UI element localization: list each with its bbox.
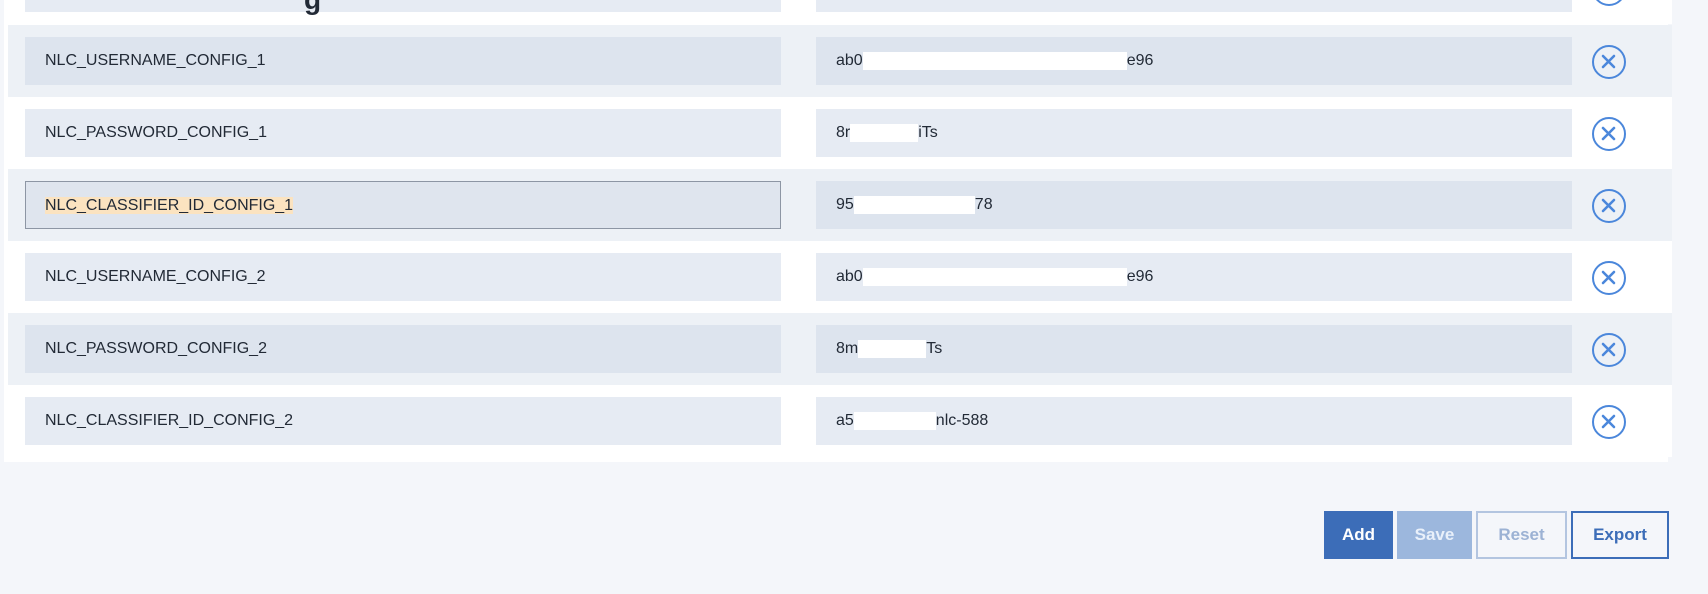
reset-button[interactable]: Reset <box>1476 511 1567 559</box>
variable-name-text: NLC_PASSWORD_CONFIG_1 <box>45 124 267 141</box>
remove-row-button[interactable] <box>1592 189 1626 223</box>
variable-name-text: NLC_USERNAME_CONFIG_1 <box>45 52 266 69</box>
variable-name-field[interactable]: NLC_PASSWORD_CONFIG_2 <box>25 325 781 373</box>
page-title-fragment: g <box>304 0 321 16</box>
table-row-partial <box>8 0 1672 24</box>
remove-row-button[interactable] <box>1592 261 1626 295</box>
value-prefix: 8r <box>836 124 851 141</box>
table-row: NLC_USERNAME_CONFIG_1 ab0 e96 <box>8 25 1672 97</box>
table-row: NLC_CLASSIFIER_ID_CONFIG_1 95 78 <box>8 169 1672 241</box>
value-suffix: nlc-588 <box>935 412 989 429</box>
variable-name-text: NLC_CLASSIFIER_ID_CONFIG_2 <box>45 412 294 429</box>
variable-value-field[interactable] <box>816 0 1572 12</box>
variable-value-field[interactable]: 8r iTs <box>816 109 1572 157</box>
value-suffix: 78 <box>974 196 993 213</box>
close-icon <box>1601 270 1616 285</box>
close-icon <box>1601 198 1616 213</box>
variable-value-field[interactable]: 8m Ts <box>816 325 1572 373</box>
value-suffix: e96 <box>1126 52 1154 69</box>
variable-name-text: NLC_CLASSIFIER_ID_CONFIG_1 <box>45 197 294 214</box>
export-button[interactable]: Export <box>1571 511 1669 559</box>
value-prefix: a5 <box>836 412 854 429</box>
remove-row-button[interactable] <box>1592 333 1626 367</box>
table-row: NLC_PASSWORD_CONFIG_1 8r iTs <box>8 97 1672 169</box>
remove-row-button[interactable] <box>1592 45 1626 79</box>
variable-name-field[interactable]: NLC_CLASSIFIER_ID_CONFIG_2 <box>25 397 781 445</box>
redaction-mask <box>862 51 1127 70</box>
variable-value-field[interactable]: 95 78 <box>816 181 1572 229</box>
close-icon <box>1601 414 1616 429</box>
env-vars-table: g NLC_USERNAME_CONFIG_1 ab0 e96 NLC_PASSW… <box>4 0 1672 462</box>
redaction-mask <box>858 339 927 358</box>
value-suffix: iTs <box>918 124 938 141</box>
variable-value-field[interactable]: ab0 e96 <box>816 253 1572 301</box>
save-button[interactable]: Save <box>1397 511 1472 559</box>
value-prefix: ab0 <box>836 268 863 285</box>
table-row: NLC_PASSWORD_CONFIG_2 8m Ts <box>8 313 1672 385</box>
redaction-mask <box>853 195 975 214</box>
variable-name-field[interactable] <box>25 0 781 12</box>
value-prefix: 8m <box>836 340 859 357</box>
redaction-mask <box>862 267 1127 286</box>
redaction-mask <box>853 411 936 430</box>
variable-name-field[interactable]: NLC_USERNAME_CONFIG_2 <box>25 253 781 301</box>
table-row: NLC_CLASSIFIER_ID_CONFIG_2 a5 nlc-588 <box>8 385 1672 457</box>
value-prefix: 95 <box>836 196 854 213</box>
value-suffix: e96 <box>1126 268 1154 285</box>
value-suffix: Ts <box>926 340 943 357</box>
remove-row-button[interactable] <box>1592 0 1626 6</box>
remove-row-button[interactable] <box>1592 405 1626 439</box>
close-icon <box>1601 342 1616 357</box>
add-button[interactable]: Add <box>1324 511 1393 559</box>
remove-row-button[interactable] <box>1592 117 1626 151</box>
variable-name-field[interactable]: NLC_USERNAME_CONFIG_1 <box>25 37 781 85</box>
variable-value-field[interactable]: a5 nlc-588 <box>816 397 1572 445</box>
table-row: NLC_USERNAME_CONFIG_2 ab0 e96 <box>8 241 1672 313</box>
variable-value-field[interactable]: ab0 e96 <box>816 37 1572 85</box>
redaction-mask <box>850 123 919 142</box>
variable-name-text: NLC_PASSWORD_CONFIG_2 <box>45 340 267 357</box>
variable-name-field[interactable]: NLC_CLASSIFIER_ID_CONFIG_1 <box>25 181 781 229</box>
variable-name-text: NLC_USERNAME_CONFIG_2 <box>45 268 266 285</box>
variable-name-field[interactable]: NLC_PASSWORD_CONFIG_1 <box>25 109 781 157</box>
close-icon <box>1601 126 1616 141</box>
value-prefix: ab0 <box>836 52 863 69</box>
close-icon <box>1601 54 1616 69</box>
